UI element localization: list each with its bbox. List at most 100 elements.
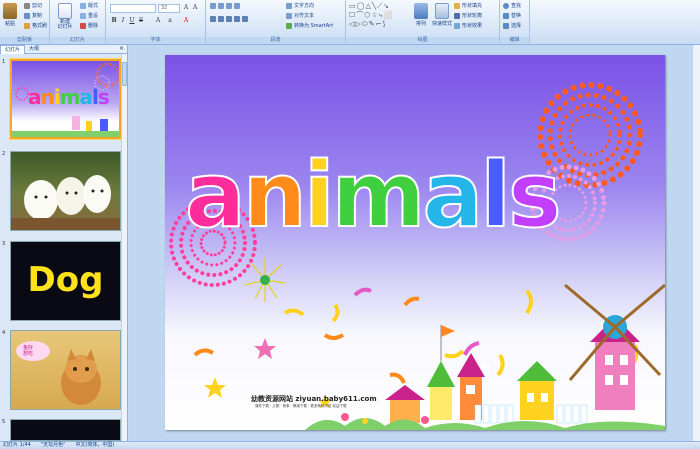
align-text-button[interactable]: 对齐文本 [286, 12, 314, 19]
kitten-photo [16, 341, 101, 405]
outline-icon [454, 12, 460, 19]
scrollbar-thumb[interactable] [122, 62, 127, 86]
format-painter-button[interactable]: 格式刷 [24, 22, 47, 29]
shape-outline-button[interactable]: 形状轮廓 [454, 12, 482, 19]
pane-tabs: 幻灯片 大纲 × [0, 45, 127, 54]
quick-styles-icon [435, 3, 449, 19]
quick-styles-button[interactable]: 快速样式 [432, 3, 452, 27]
arrange-icon [414, 3, 428, 19]
clipboard-group: 粘贴 剪切 复制 格式刷 剪贴板 [0, 0, 50, 45]
status-bar: 幻灯片 1/44 "天坛月色" 中文(简体，中国) [0, 441, 700, 449]
select-icon [503, 22, 509, 29]
website-subcaption: 课件下载 · 儿歌 · 故事 · 教案下载 · 更多精彩内容 欢迎下载 [255, 404, 347, 408]
tab-slides[interactable]: 幻灯片 [0, 45, 26, 54]
slides-pane: 幻灯片 大纲 × 1 animals 2 3 Dog 4 鱼好 想吃 5 [0, 45, 128, 441]
pane-close-icon[interactable]: × [119, 45, 124, 53]
drawing-group: ▭◯△╲⟋↘ ☐⌒⬡☆⤷⬜ ◁▷⬭✎⌐⟆ 排列 快速样式 形状填充 形状轮廓 形状效… [346, 0, 500, 45]
italic-button[interactable]: I [119, 17, 127, 25]
slide-title[interactable]: animals [184, 143, 563, 248]
slide-editing-area: animals 幼教资源网站 ziyuan.baby611.com 课件下载 ·… [129, 45, 700, 441]
find-icon [503, 2, 509, 9]
cut-button[interactable]: 剪切 [24, 2, 42, 9]
slide-number: 2 [2, 151, 6, 157]
font-color-button[interactable]: A [182, 17, 190, 25]
title-letter: n [242, 143, 308, 248]
slide-number: 1 [2, 59, 6, 65]
slide-thumbnail[interactable] [10, 151, 121, 231]
pane-scrollbar[interactable] [121, 54, 127, 441]
puppies-photo [11, 175, 120, 230]
new-slide-button[interactable]: 新建 幻灯片 [54, 3, 76, 30]
strike-button[interactable]: S [137, 17, 145, 25]
theme-name: "天坛月色" [40, 442, 66, 448]
paste-icon [3, 3, 17, 19]
paragraph-label: 段落 [206, 37, 345, 44]
layout-icon [80, 2, 86, 9]
title-letter: l [479, 143, 512, 248]
slide-thumbnail[interactable]: 鱼好 想吃 [10, 330, 121, 410]
title-letter: i [303, 143, 336, 248]
editing-label: 编辑 [500, 37, 529, 44]
bold-button[interactable]: B [110, 17, 118, 25]
font-size-field[interactable]: 32 [158, 4, 180, 13]
replace-button[interactable]: 替换 [503, 12, 521, 19]
delete-icon [80, 22, 86, 29]
thumb-bubble-text: 鱼好 想吃 [23, 345, 34, 357]
title-letter: s [507, 143, 563, 248]
replace-icon [503, 12, 509, 19]
reset-button[interactable]: 重设 [80, 12, 98, 19]
delete-button[interactable]: 删除 [80, 22, 98, 29]
arrange-button[interactable]: 排列 [414, 3, 428, 27]
shape-fill-button[interactable]: 形状填充 [454, 2, 482, 9]
fill-icon [454, 2, 460, 9]
slide-scrollbar[interactable] [692, 45, 700, 441]
grow-font-button[interactable]: A [182, 4, 190, 12]
new-slide-icon [58, 3, 72, 19]
align-buttons[interactable] [210, 16, 248, 22]
slide-thumbnail[interactable] [10, 419, 121, 441]
current-slide[interactable]: animals 幼教资源网站 ziyuan.baby611.com 课件下载 ·… [165, 55, 665, 430]
outdent-icon [234, 3, 240, 9]
slides-group: 新建 幻灯片 版式 重设 删除 幻灯片 [50, 0, 106, 45]
shapes-gallery[interactable]: ▭◯△╲⟋↘ ☐⌒⬡☆⤷⬜ ◁▷⬭✎⌐⟆ [349, 2, 409, 30]
slide-thumbnail[interactable]: Dog [10, 241, 121, 321]
clipboard-label: 剪贴板 [0, 37, 49, 44]
thumb-title: animals [28, 85, 110, 109]
ribbon: 粘贴 剪切 复制 格式刷 剪贴板 新建 幻灯片 版式 重设 删除 幻灯片 32 … [0, 0, 700, 45]
text-direction-button[interactable]: 文字方向 [286, 2, 314, 9]
columns-icon [242, 16, 248, 22]
bullets-button[interactable] [210, 3, 240, 9]
drawing-label: 绘图 [346, 37, 499, 44]
language-indicator[interactable]: 中文(简体，中国) [75, 442, 114, 449]
shrink-font-button[interactable]: A [191, 4, 199, 12]
align-right-icon [226, 16, 232, 22]
title-letter: a [184, 143, 247, 248]
layout-button[interactable]: 版式 [80, 2, 98, 9]
thumb-dog-title: Dog [27, 260, 104, 300]
smartart-button[interactable]: 转换为 SmartArt [286, 22, 333, 29]
char-spacing-button[interactable]: A [154, 17, 162, 25]
copy-icon [24, 12, 30, 19]
change-case-button[interactable]: a [166, 17, 174, 25]
copy-button[interactable]: 复制 [24, 12, 42, 19]
smartart-icon [286, 22, 292, 29]
font-name-field[interactable] [110, 4, 156, 13]
align-center-icon [218, 16, 224, 22]
slide-thumbnail[interactable]: animals [10, 59, 121, 139]
underline-button[interactable]: U [128, 17, 136, 25]
title-letter: m [331, 143, 427, 248]
reset-icon [80, 12, 86, 19]
select-button[interactable]: 选择 [503, 22, 521, 29]
paragraph-group: 文字方向 对齐文本 转换为 SmartArt 段落 [206, 0, 346, 45]
justify-icon [234, 16, 240, 22]
tab-outline[interactable]: 大纲 [25, 45, 43, 54]
paste-button[interactable]: 粘贴 [3, 3, 17, 27]
slides-label: 幻灯片 [50, 37, 105, 44]
brush-icon [24, 22, 30, 29]
find-button[interactable]: 查找 [503, 2, 521, 9]
bullets-icon [210, 3, 216, 9]
shape-effects-button[interactable]: 形状效果 [454, 22, 482, 29]
font-label: 字体 [106, 37, 205, 44]
editing-group: 查找 替换 选择 编辑 [500, 0, 530, 45]
title-letter: a [421, 143, 484, 248]
